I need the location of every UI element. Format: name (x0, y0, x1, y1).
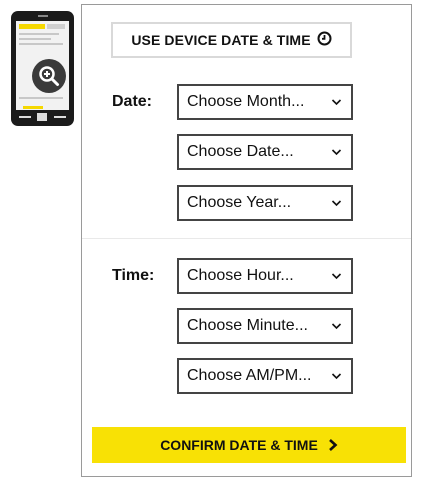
day-select-value: Choose Date... (187, 143, 294, 160)
year-select[interactable]: Choose Year... (177, 185, 353, 221)
clock-icon (317, 31, 332, 49)
phone-speaker (38, 15, 48, 17)
chevron-down-icon (331, 99, 342, 106)
confirm-date-time-button[interactable]: CONFIRM DATE & TIME (92, 427, 406, 463)
confirm-label: CONFIRM DATE & TIME (160, 437, 318, 453)
preview-yellow-bar (23, 106, 43, 109)
date-time-panel: USE DEVICE DATE & TIME Date: Choose Mont… (81, 4, 412, 477)
minute-select-value: Choose Minute... (187, 317, 308, 334)
chevron-down-icon (331, 373, 342, 380)
month-select[interactable]: Choose Month... (177, 84, 353, 120)
year-select-value: Choose Year... (187, 194, 292, 211)
chevron-right-icon (328, 439, 338, 451)
date-label: Date: (112, 93, 153, 110)
preview-line (19, 33, 59, 35)
ampm-select-value: Choose AM/PM... (187, 367, 312, 384)
day-select[interactable]: Choose Date... (177, 134, 353, 170)
phone-screen-preview (16, 21, 69, 110)
preview-line (19, 97, 63, 99)
phone-nav-bar (11, 113, 74, 121)
preview-line (19, 43, 63, 45)
preview-brand-secondary (47, 24, 65, 29)
minute-select[interactable]: Choose Minute... (177, 308, 353, 344)
preview-line (19, 38, 51, 40)
hour-select-value: Choose Hour... (187, 267, 294, 284)
ampm-select[interactable]: Choose AM/PM... (177, 358, 353, 394)
zoom-in-icon[interactable] (32, 59, 66, 93)
hour-select[interactable]: Choose Hour... (177, 258, 353, 294)
phone-nav-menu (54, 116, 66, 118)
preview-brand-logo (19, 24, 45, 29)
phone-nav-home (37, 113, 47, 121)
use-device-label: USE DEVICE DATE & TIME (131, 32, 311, 48)
use-device-date-time-button[interactable]: USE DEVICE DATE & TIME (111, 22, 352, 58)
chevron-down-icon (331, 149, 342, 156)
section-divider (82, 238, 411, 239)
month-select-value: Choose Month... (187, 93, 305, 110)
phone-thumbnail[interactable] (11, 11, 74, 126)
time-label: Time: (112, 267, 155, 284)
chevron-down-icon (331, 323, 342, 330)
phone-nav-back (19, 116, 31, 118)
chevron-down-icon (331, 273, 342, 280)
chevron-down-icon (331, 200, 342, 207)
